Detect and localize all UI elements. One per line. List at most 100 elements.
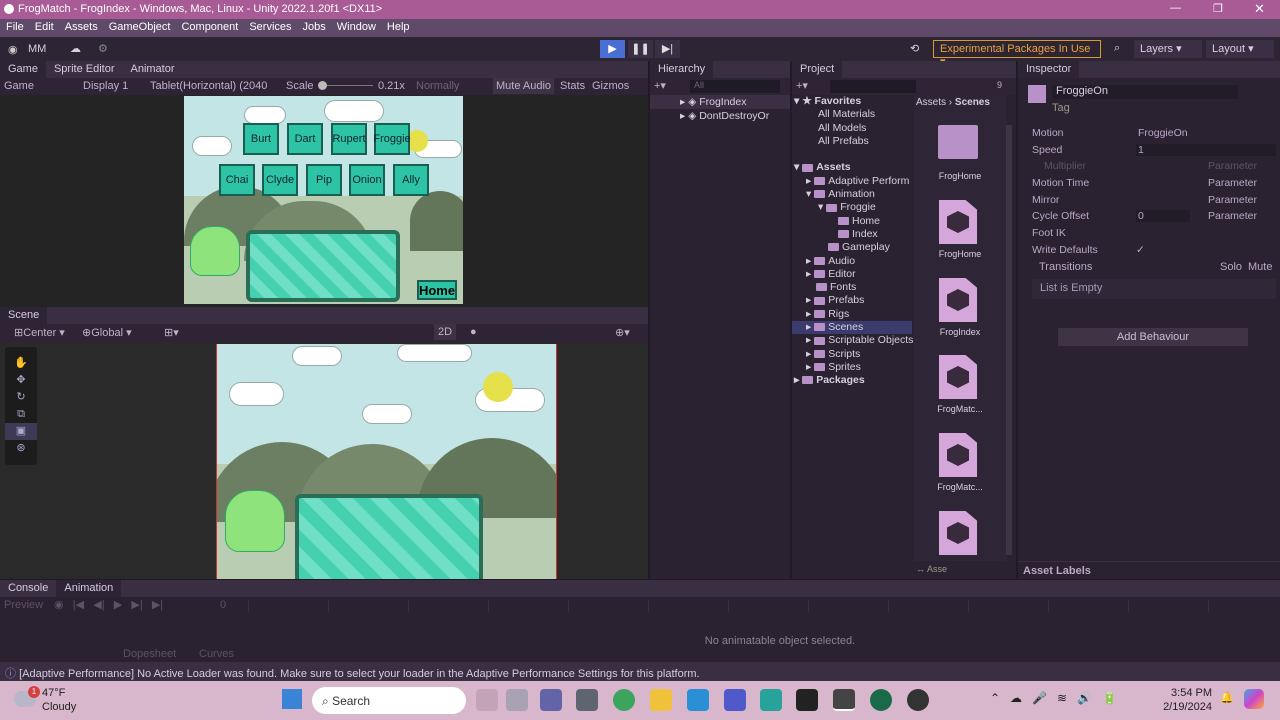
rotate-tool-icon[interactable]: ↻ xyxy=(5,389,37,406)
folder-item[interactable]: ▸ Rigs xyxy=(792,308,912,321)
play-button[interactable]: ▶ xyxy=(600,40,625,58)
clock-time[interactable]: 3:54 PM xyxy=(1160,687,1212,699)
menu-services[interactable]: Services xyxy=(243,19,296,33)
menu-component[interactable]: Component xyxy=(175,19,243,33)
lighting-icon[interactable]: ● xyxy=(470,326,477,338)
menu-gameobject[interactable]: GameObject xyxy=(103,19,176,33)
cloud-icon[interactable]: ☁ xyxy=(70,42,81,55)
add-icon[interactable]: +▾ xyxy=(796,79,808,92)
folder-item[interactable]: ▸ Adaptive Perform xyxy=(792,175,912,188)
folder-item[interactable]: ▾ Froggie xyxy=(792,201,912,214)
teams-icon[interactable] xyxy=(540,689,562,711)
folder-item[interactable]: ▾ Animation xyxy=(792,188,912,201)
gizmos-dropdown[interactable]: Gizmos xyxy=(592,80,629,92)
folder-item[interactable]: Home xyxy=(792,215,912,228)
game-view-dropdown[interactable]: Game xyxy=(4,80,34,92)
frog-button-dart[interactable]: Dart xyxy=(287,123,323,155)
mute-audio-toggle[interactable]: Mute Audio xyxy=(493,78,555,94)
frog-button-ally[interactable]: Ally xyxy=(393,164,429,196)
layout-dropdown[interactable]: Layout ▾ xyxy=(1206,40,1274,58)
breadcrumb-scenes[interactable]: Scenes xyxy=(955,97,990,108)
file-explorer-icon[interactable] xyxy=(650,689,672,711)
project-search-input[interactable] xyxy=(830,80,916,93)
quality-dropdown[interactable]: Normally xyxy=(416,80,459,92)
folder-item[interactable]: Fonts xyxy=(792,281,912,294)
tab-animator[interactable]: Animator xyxy=(123,61,183,78)
folder-item[interactable]: ▸ Editor xyxy=(792,268,912,281)
rect-tool-icon[interactable]: ▣ xyxy=(5,423,37,440)
tray-icons[interactable]: ⌃☁🎤≋🔊🔋 xyxy=(990,691,1127,705)
layers-dropdown[interactable]: Layers ▾ xyxy=(1134,40,1202,58)
scene-file-icon[interactable] xyxy=(939,200,977,244)
scene-file-icon[interactable] xyxy=(939,355,977,399)
app-green-icon[interactable] xyxy=(870,689,892,711)
status-message[interactable]: [Adaptive Performance] No Active Loader … xyxy=(19,668,700,680)
menu-window[interactable]: Window xyxy=(331,19,381,33)
notification-icon[interactable]: 🔔 xyxy=(1220,691,1234,704)
folder-item[interactable]: Gameplay xyxy=(792,241,912,254)
calculator-icon[interactable] xyxy=(576,689,598,711)
weather-temp[interactable]: 47°F xyxy=(42,687,65,699)
tab-sprite-editor[interactable]: Sprite Editor xyxy=(46,61,123,78)
minimize-icon[interactable]: — xyxy=(1170,2,1181,14)
preview-toggle[interactable]: Preview xyxy=(4,599,43,611)
copilot-tray-icon[interactable] xyxy=(1244,689,1264,709)
close-icon[interactable]: ✕ xyxy=(1254,1,1265,17)
unity-taskbar-icon[interactable] xyxy=(833,689,855,711)
account-button[interactable]: MM xyxy=(28,43,46,55)
write-defaults-checkbox[interactable]: ✓ xyxy=(1136,244,1145,256)
tab-inspector[interactable]: Inspector xyxy=(1018,61,1080,78)
experimental-packages-dropdown[interactable]: Experimental Packages In Use ▾ xyxy=(933,40,1101,68)
pivot-dropdown[interactable]: ⊞Center ▾ xyxy=(14,326,65,339)
property-value[interactable]: 0 xyxy=(1136,210,1190,223)
assets-header[interactable]: ▾ Assets xyxy=(792,161,912,174)
github-icon[interactable] xyxy=(907,689,929,711)
notepad-icon[interactable] xyxy=(687,689,709,711)
menu-assets[interactable]: Assets xyxy=(59,19,103,33)
copilot-icon[interactable] xyxy=(476,689,498,711)
scale-slider[interactable] xyxy=(318,81,373,90)
favorite-item[interactable]: All Prefabs xyxy=(792,135,912,148)
tab-project[interactable]: Project xyxy=(792,61,843,78)
curves-tab[interactable]: Curves xyxy=(199,648,234,660)
2d-toggle[interactable]: 2D xyxy=(434,324,457,340)
space-dropdown[interactable]: ⊕Global ▾ xyxy=(82,326,132,339)
menu-file[interactable]: File xyxy=(0,19,29,33)
scale-tool-icon[interactable]: ⧉ xyxy=(5,406,37,423)
folder-icon[interactable] xyxy=(938,125,978,159)
windows-start-icon[interactable] xyxy=(282,689,302,709)
favorites-header[interactable]: ▾ ★ Favorites xyxy=(792,95,912,108)
step-button[interactable]: ▶| xyxy=(655,40,680,58)
state-name-field[interactable]: FroggieOn xyxy=(1052,85,1238,99)
asset-labels-header[interactable]: Asset Labels xyxy=(1018,561,1280,579)
hierarchy-search-input[interactable]: All xyxy=(690,80,780,93)
add-icon[interactable]: +▾ xyxy=(654,79,666,92)
history-icon[interactable]: ⟲ xyxy=(910,42,919,55)
folder-item[interactable]: ▸ Audio xyxy=(792,255,912,268)
frame-field[interactable]: 0 xyxy=(220,599,226,611)
favorite-item[interactable]: All Materials xyxy=(792,108,912,121)
tab-scene[interactable]: Scene xyxy=(0,307,48,324)
teams-new-icon[interactable] xyxy=(724,689,746,711)
tab-game[interactable]: Game xyxy=(0,61,46,78)
folder-item[interactable]: ▸ Sprites xyxy=(792,361,912,374)
resolve-icon[interactable] xyxy=(796,689,818,711)
property-value[interactable]: FroggieOn xyxy=(1138,127,1188,139)
frog-button-froggie[interactable]: Froggie xyxy=(373,123,411,155)
account-icon[interactable]: ◉ xyxy=(8,43,18,56)
display-dropdown[interactable]: Display 1 xyxy=(83,80,128,92)
settings-icon[interactable]: ⚙ xyxy=(98,42,108,55)
hand-tool-icon[interactable]: ✋ xyxy=(5,355,37,372)
favorite-item[interactable]: All Models xyxy=(792,122,912,135)
taskbar-search[interactable]: ⌕ Search xyxy=(312,687,466,714)
gizmo-icon[interactable]: ⊕▾ xyxy=(615,326,630,339)
hierarchy-item[interactable]: ▸ ◈ FrogIndex xyxy=(650,95,790,109)
frog-button-pip[interactable]: Pip xyxy=(306,164,342,196)
menu-edit[interactable]: Edit xyxy=(29,19,59,33)
property-value[interactable]: 1 xyxy=(1136,143,1276,156)
transform-tool-icon[interactable]: ⊛ xyxy=(5,440,37,457)
scene-file-icon[interactable] xyxy=(939,511,977,555)
folder-item[interactable]: ▸ Scripts xyxy=(792,348,912,361)
frog-button-rupert[interactable]: Rupert xyxy=(331,123,367,155)
frog-button-clyde[interactable]: Clyde xyxy=(262,164,298,196)
